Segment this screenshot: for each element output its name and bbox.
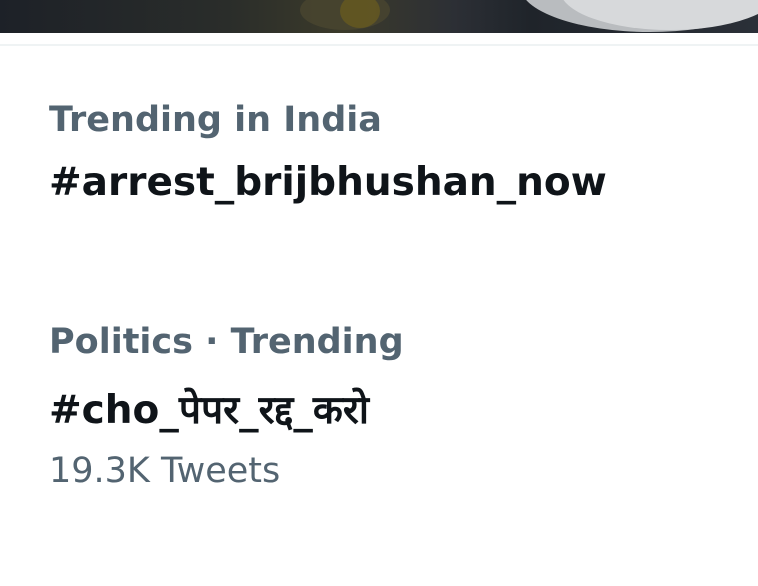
header-image[interactable] bbox=[0, 0, 758, 33]
divider bbox=[0, 44, 758, 46]
trend-context: Trending in India bbox=[49, 100, 382, 140]
trend-hashtag[interactable]: #arrest_brijbhushan_now bbox=[49, 160, 607, 205]
trend-context: Politics · Trending bbox=[49, 322, 404, 362]
trend-item[interactable]: Trending in India #arrest_brijbhushan_no… bbox=[49, 100, 607, 205]
trend-item[interactable]: Politics · Trending #cho_पेपर_रद्द_करो 1… bbox=[49, 322, 404, 491]
trend-hashtag[interactable]: #cho_पेपर_रद्द_करो bbox=[49, 382, 404, 435]
trend-tweet-count: 19.3K Tweets bbox=[49, 451, 281, 491]
